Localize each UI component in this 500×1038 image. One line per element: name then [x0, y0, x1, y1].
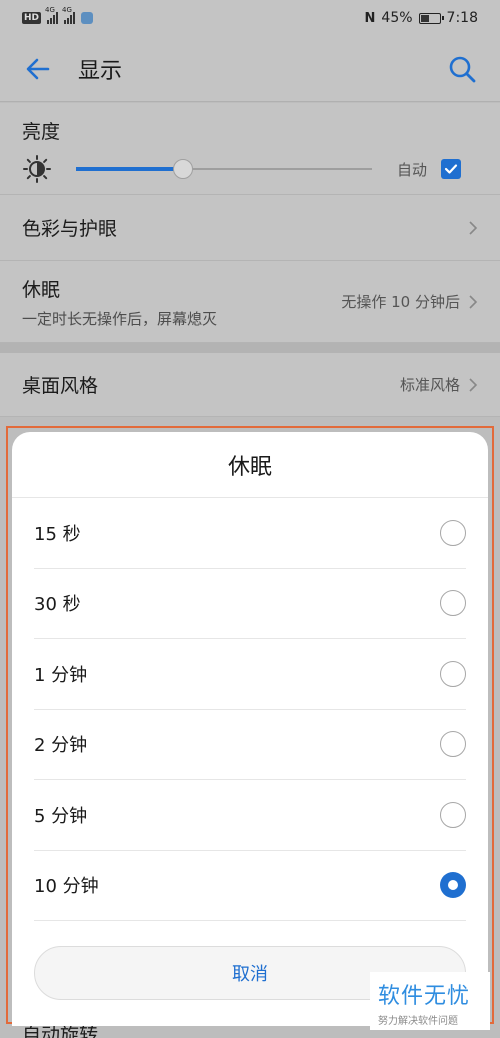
status-right: N 45% 7:18 [365, 10, 478, 26]
sleep-option[interactable]: 15 秒 [34, 498, 466, 569]
status-bar: HD 4G 4G N 45% 7:18 [0, 0, 500, 36]
battery-icon [418, 12, 444, 24]
sleep-dialog: 休眠 15 秒 30 秒 1 分钟 2 分钟 5 分钟 10 分钟 取消 [12, 432, 488, 1026]
watermark-subtitle: 努力解决软件问题 [378, 1016, 458, 1027]
auto-brightness-checkbox[interactable] [441, 159, 462, 179]
brightness-row: 亮度 自动 [0, 103, 500, 195]
option-label: 10 分钟 [34, 876, 99, 898]
color-eye-comfort-row[interactable]: 色彩与护眼 [0, 195, 500, 261]
radio-button[interactable] [440, 872, 466, 899]
page-title: 显示 [78, 58, 123, 84]
section-divider [0, 343, 500, 353]
option-label: 1 分钟 [34, 664, 88, 686]
desktop-style-title: 桌面风格 [22, 375, 99, 397]
color-eye-comfort-title: 色彩与护眼 [22, 218, 118, 240]
dialog-title: 休眠 [12, 432, 488, 498]
sleep-option[interactable]: 30 秒 [34, 569, 466, 639]
sleep-option[interactable]: 2 分钟 [34, 710, 466, 780]
sleep-value: 无操作 10 分钟后 [341, 293, 460, 311]
sleep-subtitle: 一定时长无操作后，屏幕熄灭 [22, 309, 218, 328]
shield-icon [81, 12, 94, 24]
clock: 7:18 [446, 10, 478, 26]
option-label: 2 分钟 [34, 735, 88, 757]
hd-badge: HD [22, 12, 42, 24]
sleep-title: 休眠 [22, 278, 61, 301]
signal-icon: 4G [45, 6, 59, 24]
signal-icon: 4G [62, 6, 76, 24]
option-label: 5 分钟 [34, 805, 88, 827]
brightness-icon [23, 155, 51, 183]
sleep-option[interactable]: 10 分钟 [34, 851, 466, 921]
radio-button[interactable] [440, 590, 466, 617]
desktop-style-row[interactable]: 桌面风格 标准风格 [0, 353, 500, 417]
check-icon [444, 164, 458, 174]
sleep-option[interactable]: 1 分钟 [34, 639, 466, 710]
option-label: 30 秒 [34, 594, 81, 616]
brightness-title: 亮度 [22, 121, 61, 143]
sleep-option[interactable]: 5 分钟 [34, 780, 466, 851]
search-icon[interactable] [446, 53, 478, 85]
settings-list: 亮度 自动 色彩与护眼 休眠 一定时长无操作后，屏幕熄灭 无操作 10 分钟后 … [0, 103, 500, 417]
nfc-icon: N [364, 10, 376, 26]
radio-button[interactable] [440, 731, 466, 758]
status-left: HD 4G 4G [22, 6, 94, 24]
signal-tag: 4G [45, 6, 55, 14]
auto-brightness-label: 自动 [397, 160, 428, 179]
radio-button[interactable] [440, 519, 466, 546]
option-label: 15 秒 [34, 523, 81, 545]
app-header: 显示 [0, 36, 500, 102]
arrow-left-icon[interactable] [22, 53, 54, 85]
signal-tag: 4G [62, 6, 72, 14]
brightness-slider-fill [76, 167, 183, 171]
desktop-style-value: 标准风格 [399, 376, 460, 394]
watermark-title: 软件无忧 [378, 984, 471, 1009]
battery-percent: 45% [381, 10, 413, 26]
chevron-right-icon [469, 377, 478, 392]
brightness-slider[interactable] [76, 159, 372, 179]
watermark: 软件无忧 努力解决软件问题 [370, 972, 490, 1030]
brightness-slider-thumb[interactable] [172, 159, 193, 179]
chevron-right-icon [469, 220, 478, 235]
radio-button[interactable] [440, 801, 466, 828]
chevron-right-icon [469, 294, 478, 309]
radio-button[interactable] [440, 660, 466, 687]
sleep-row[interactable]: 休眠 一定时长无操作后，屏幕熄灭 无操作 10 分钟后 [0, 261, 500, 343]
